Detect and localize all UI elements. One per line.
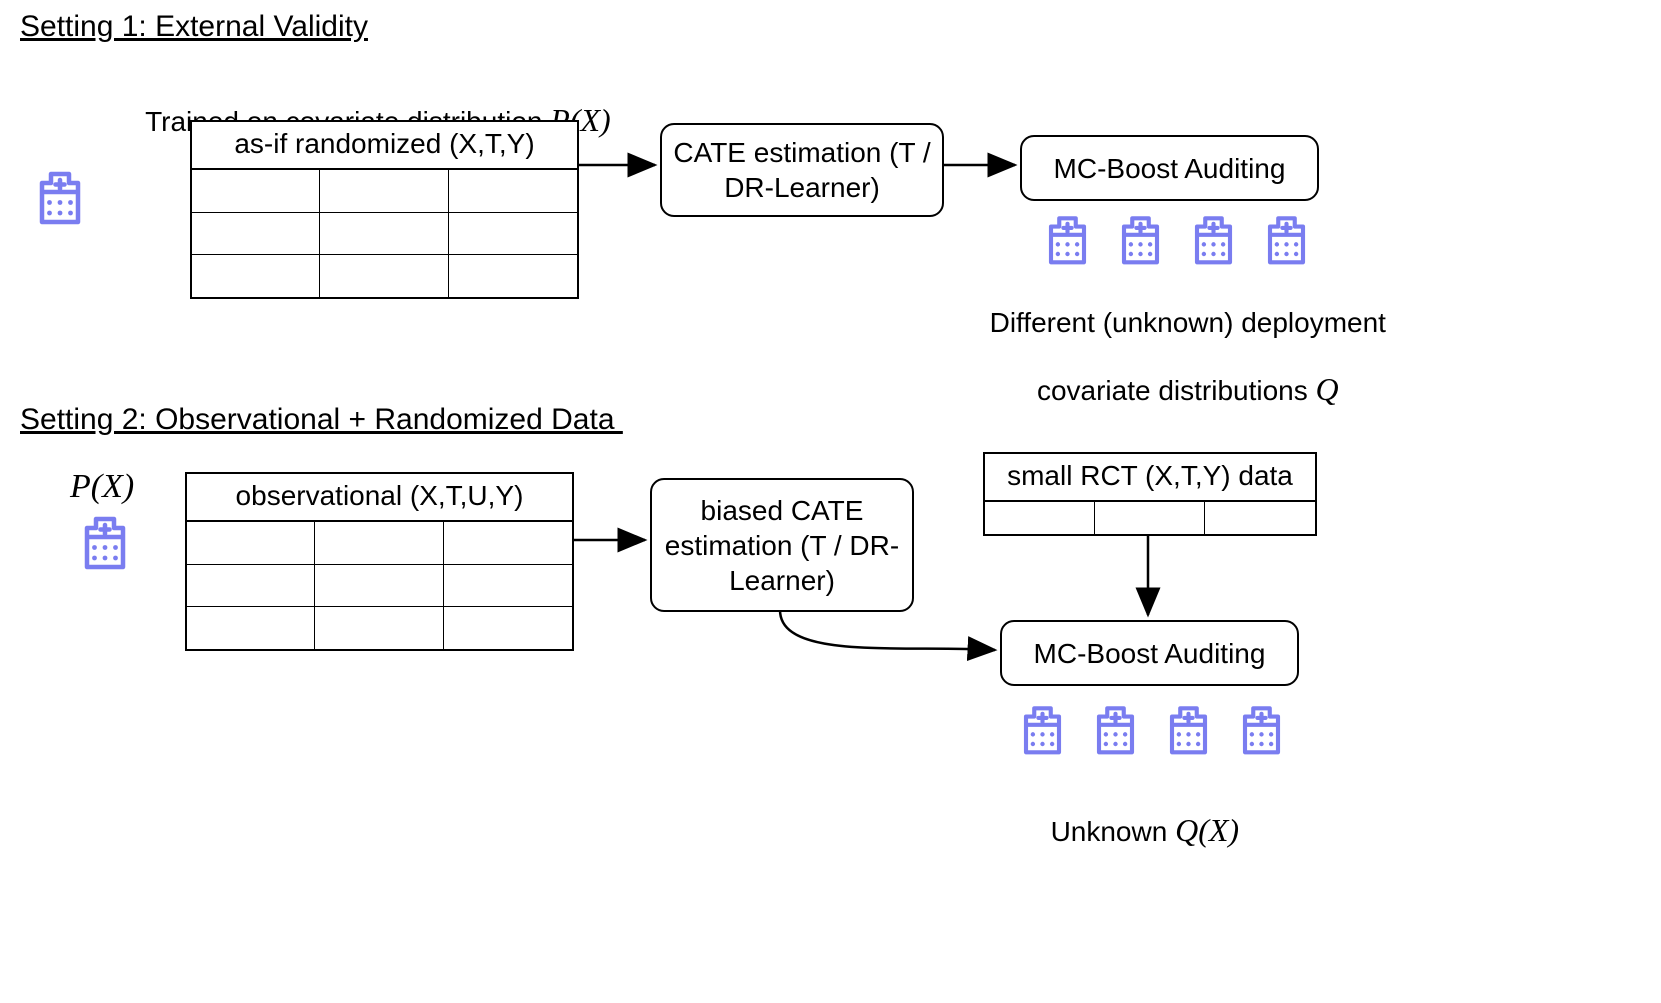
setting1-table-header: as-if randomized (X,T,Y) (192, 122, 577, 170)
setting2-hospital-row (1015, 700, 1289, 755)
setting2-px-math: P(X) (70, 468, 134, 506)
setting2-table-body (187, 522, 572, 650)
hospital-icon (1259, 210, 1314, 265)
setting1-dep-line2-pre: covariate distributions (1037, 375, 1316, 406)
hospital-icon (1040, 210, 1095, 265)
setting2-table: observational (X,T,U,Y) (185, 472, 574, 651)
setting1-audit-box: MC-Boost Auditing (1020, 135, 1319, 201)
hospital-icon (1088, 700, 1143, 755)
setting2-rct-table: small RCT (X,T,Y) data (983, 452, 1317, 536)
setting2-audit-box: MC-Boost Auditing (1000, 620, 1299, 686)
setting1-dep-line1: Different (unknown) deployment (990, 307, 1386, 338)
hospital-icon (1161, 700, 1216, 755)
setting1-table-body (192, 170, 577, 298)
hospital-icon (1113, 210, 1168, 265)
hospital-icon (30, 165, 90, 230)
setting1-dep-caption: Different (unknown) deployment covariate… (970, 275, 1390, 408)
hospital-icon (1015, 700, 1070, 755)
hospital-icon (75, 510, 135, 575)
hospital-icon (1234, 700, 1289, 755)
setting2-unknown-caption: Unknown Q(X) (1035, 780, 1239, 849)
hospital-icon (1186, 210, 1241, 265)
setting2-unknown-pre: Unknown (1051, 816, 1176, 847)
setting1-cate-box: CATE estimation (T / DR-Learner) (660, 123, 944, 217)
setting2-cate-box: biased CATE estimation (T / DR-Learner) (650, 478, 914, 612)
setting1-dep-line2-math: Q (1316, 371, 1339, 407)
setting1-hospital-row (1040, 210, 1314, 265)
setting1-table: as-if randomized (X,T,Y) (190, 120, 579, 299)
setting1-title: Setting 1: External Validity (20, 10, 368, 44)
setting2-table-header: observational (X,T,U,Y) (187, 474, 572, 522)
setting2-title: Setting 2: Observational + Randomized Da… (20, 403, 623, 437)
setting2-rct-body (985, 502, 1315, 535)
setting2-unknown-math: Q(X) (1175, 812, 1239, 848)
setting2-rct-header: small RCT (X,T,Y) data (985, 454, 1315, 502)
